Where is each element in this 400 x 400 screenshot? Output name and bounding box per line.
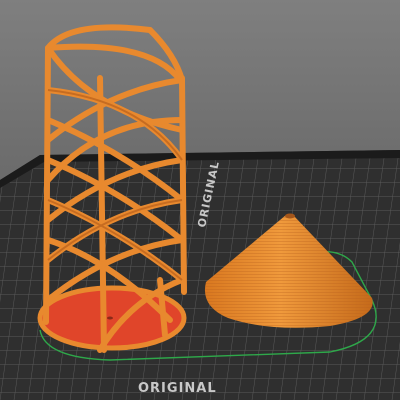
build-plate-scene[interactable]: ORIGINAL ORIGINAL <box>0 0 400 400</box>
3d-viewport[interactable]: ORIGINAL ORIGINAL <box>0 0 400 400</box>
bed-label-bottom: ORIGINAL <box>138 381 217 396</box>
